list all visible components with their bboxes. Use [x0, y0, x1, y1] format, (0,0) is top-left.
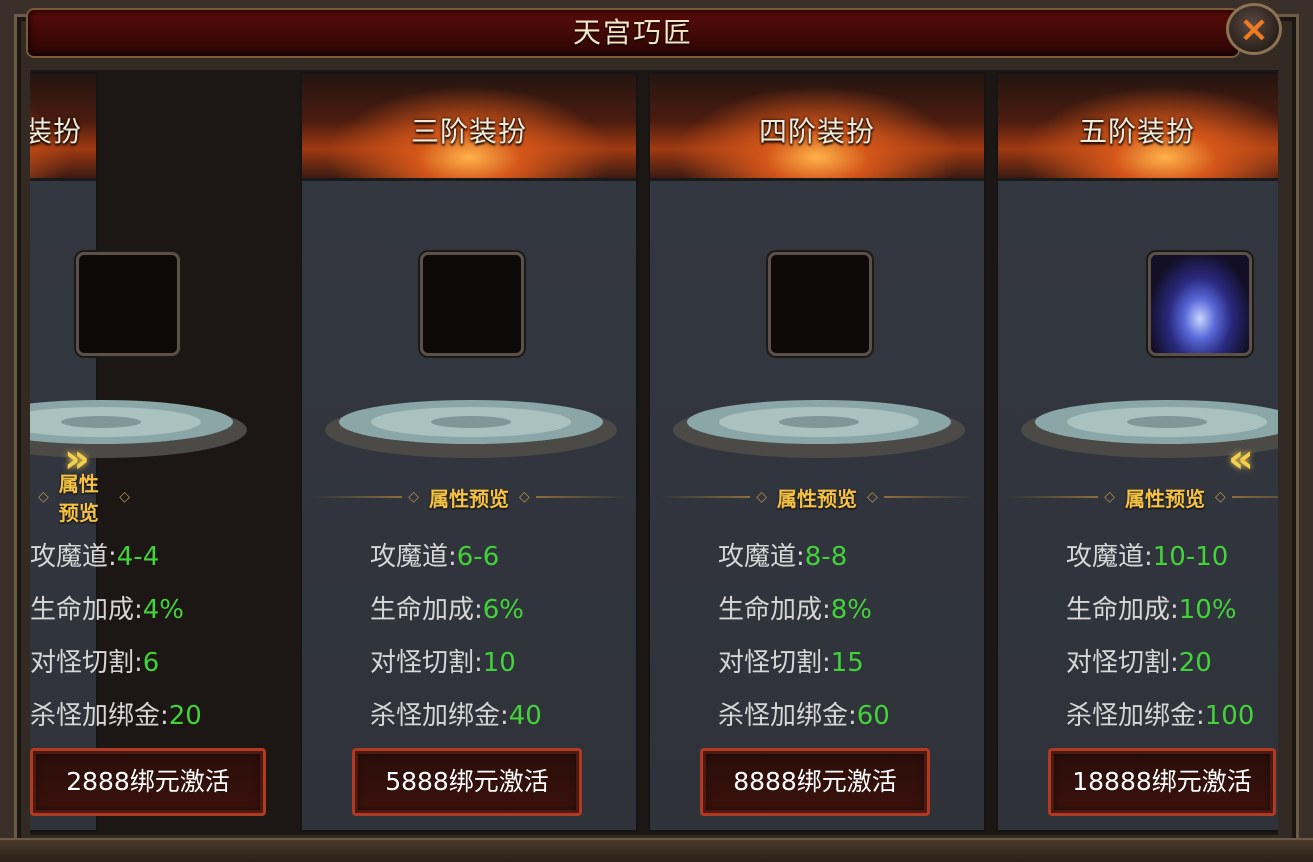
stat-attack: 攻魔道:10-10	[1066, 542, 1229, 572]
divider	[1231, 496, 1278, 498]
activate-button[interactable]: 2888绑元激活	[30, 748, 266, 816]
stats-list: 攻魔道:6-6 生命加成:6% 对怪切割:10 杀怪加绑金:40	[370, 536, 542, 748]
close-icon: ×	[1238, 8, 1270, 50]
card-tier-2: 二阶装扮 » ◇ 属性预览 ◇ 攻魔道:4-4 生命加成:4% 对怪切割:6 杀…	[30, 72, 266, 832]
card-header: 二阶装扮	[30, 74, 96, 181]
activate-button[interactable]: 18888绑元激活	[1048, 748, 1276, 816]
bottom-frame-rail	[0, 838, 1313, 862]
ornament-icon: ◇	[1104, 489, 1115, 505]
activate-button[interactable]: 8888绑元激活	[700, 748, 930, 816]
stat-monster-cut: 对怪切割:20	[1066, 648, 1212, 678]
stats-list: 攻魔道:10-10 生命加成:10% 对怪切割:20 杀怪加绑金:100	[1066, 536, 1254, 748]
stats-list: 攻魔道:4-4 生命加成:4% 对怪切割:6 杀怪加绑金:20	[30, 536, 202, 748]
ornament-icon: ◇	[408, 489, 419, 505]
ornament-icon: ◇	[756, 489, 767, 505]
attribute-preview-header: ◇ 属性预览 ◇	[312, 482, 626, 512]
divider	[660, 496, 751, 498]
stat-monster-cut: 对怪切割:10	[370, 648, 516, 678]
stats-list: 攻魔道:8-8 生命加成:8% 对怪切割:15 杀怪加绑金:60	[718, 536, 890, 748]
item-slot[interactable]	[768, 252, 872, 356]
attribute-preview-header: ◇ 属性预览 ◇	[32, 472, 136, 525]
card-carousel[interactable]: 二阶装扮 » ◇ 属性预览 ◇ 攻魔道:4-4 生命加成:4% 对怪切割:6 杀…	[30, 70, 1278, 835]
ornament-icon: ◇	[1215, 489, 1226, 505]
divider	[883, 496, 974, 498]
divider	[535, 496, 626, 498]
close-button[interactable]: ×	[1226, 3, 1282, 55]
stat-hp-bonus: 生命加成:8%	[718, 595, 873, 625]
stat-attack: 攻魔道:4-4	[30, 542, 160, 572]
item-slot[interactable]	[420, 252, 524, 356]
stat-attack: 攻魔道:6-6	[370, 542, 500, 572]
card-title: 五阶装扮	[1078, 115, 1195, 148]
item-slot[interactable]	[1148, 252, 1252, 356]
attribute-preview-label: 属性预览	[58, 472, 99, 525]
stat-attack: 攻魔道:8-8	[718, 542, 848, 572]
card-tier-3: 三阶装扮 ◇ 属性预览 ◇ 攻魔道:6-6 生命加成:6% 对怪切割:10 杀怪…	[300, 72, 638, 832]
ornament-icon: ◇	[867, 489, 878, 505]
attribute-preview-header: ◇ 属性预览 ◇	[1008, 482, 1278, 512]
card-header: 五阶装扮	[998, 74, 1278, 181]
card-title: 三阶装扮	[410, 115, 527, 148]
divider	[1008, 496, 1099, 498]
window-title: 天宫巧匠	[572, 16, 693, 49]
attribute-preview-label: 属性预览	[1125, 486, 1205, 511]
card-tier-4: 四阶装扮 ◇ 属性预览 ◇ 攻魔道:8-8 生命加成:8% 对怪切割:15 杀怪…	[648, 72, 986, 832]
stat-monster-cut: 对怪切割:6	[30, 648, 160, 678]
activate-button[interactable]: 5888绑元激活	[352, 748, 582, 816]
card-title: 二阶装扮	[30, 115, 82, 148]
card-title: 四阶装扮	[758, 115, 875, 148]
stat-gold-bonus: 杀怪加绑金:100	[1066, 701, 1255, 731]
stat-hp-bonus: 生命加成:6%	[370, 595, 525, 625]
title-bar: 天宫巧匠	[26, 8, 1240, 58]
attribute-preview-label: 属性预览	[777, 486, 857, 511]
ornament-icon: ◇	[519, 489, 530, 505]
stat-gold-bonus: 杀怪加绑金:40	[370, 701, 542, 731]
attribute-preview-header: ◇ 属性预览 ◇	[660, 482, 974, 512]
item-slot[interactable]	[76, 252, 180, 356]
card-header: 四阶装扮	[650, 74, 984, 181]
stat-hp-bonus: 生命加成:4%	[30, 595, 185, 625]
platform-icon	[673, 400, 965, 458]
platform-icon	[30, 400, 247, 458]
platform-icon	[325, 400, 617, 458]
stat-gold-bonus: 杀怪加绑金:60	[718, 701, 890, 731]
attribute-preview-label: 属性预览	[429, 486, 509, 511]
stat-gold-bonus: 杀怪加绑金:20	[30, 701, 202, 731]
stat-monster-cut: 对怪切割:15	[718, 648, 864, 678]
card-header: 三阶装扮	[302, 74, 636, 181]
ornament-icon: ◇	[119, 489, 130, 505]
divider	[312, 496, 403, 498]
ornament-icon: ◇	[38, 489, 49, 505]
arrow-left-icon[interactable]: «	[1228, 436, 1254, 482]
stat-hp-bonus: 生命加成:10%	[1066, 595, 1237, 625]
card-tier-5: 五阶装扮 « ◇ 属性预览 ◇ 攻魔道:10-10 生命加成:10% 对怪切割:…	[996, 72, 1278, 832]
